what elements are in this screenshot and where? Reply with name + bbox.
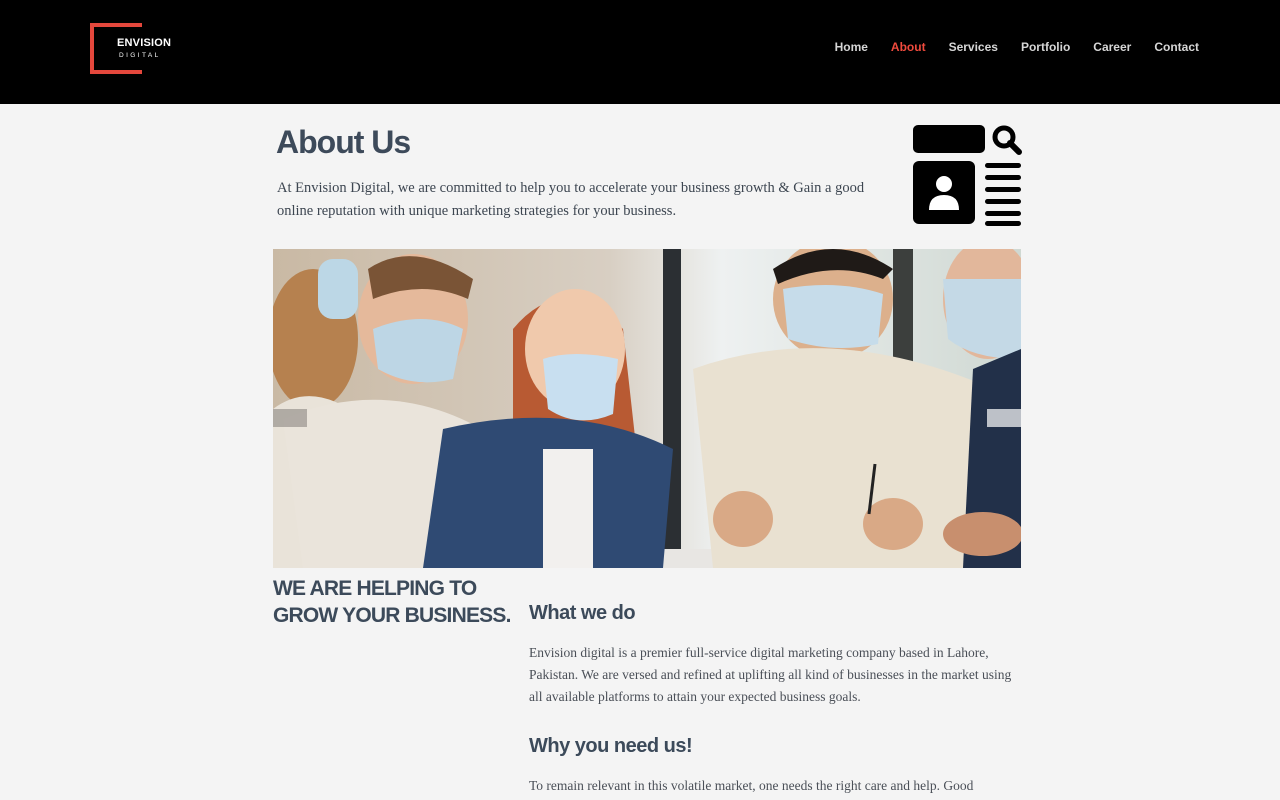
logo-name-line1: ENVISION xyxy=(117,37,172,49)
site-header: ENVISION DIGITAL Home About Services Por… xyxy=(0,0,1280,104)
tagline-heading: WE ARE HELPING TO GROW YOUR BUSINESS. xyxy=(273,577,511,627)
news-search-icon xyxy=(913,125,1022,226)
page-title: About Us xyxy=(276,124,411,160)
nav-portfolio[interactable]: Portfolio xyxy=(1021,40,1070,54)
logo-name-line2: DIGITAL xyxy=(119,52,161,59)
hero-team-image xyxy=(273,249,1021,568)
team-meeting-photo xyxy=(273,249,1021,568)
what-we-do-text: Envision digital is a premier full-servi… xyxy=(529,645,1012,704)
nav-services[interactable]: Services xyxy=(949,40,998,54)
nav-career[interactable]: Career xyxy=(1093,40,1131,54)
nav-about[interactable]: About xyxy=(891,40,926,54)
about-intro: At Envision Digital, we are committed to… xyxy=(277,180,865,219)
why-you-need-us-text: To remain relevant in this volatile mark… xyxy=(529,778,974,793)
main-nav: Home About Services Portfolio Career Con… xyxy=(812,40,1199,54)
why-you-need-us-title: Why you need us! xyxy=(529,735,693,757)
nav-home[interactable]: Home xyxy=(835,40,868,54)
nav-contact[interactable]: Contact xyxy=(1154,40,1199,54)
what-we-do-title: What we do xyxy=(529,602,636,624)
brand-logo[interactable]: ENVISION DIGITAL xyxy=(90,23,172,75)
